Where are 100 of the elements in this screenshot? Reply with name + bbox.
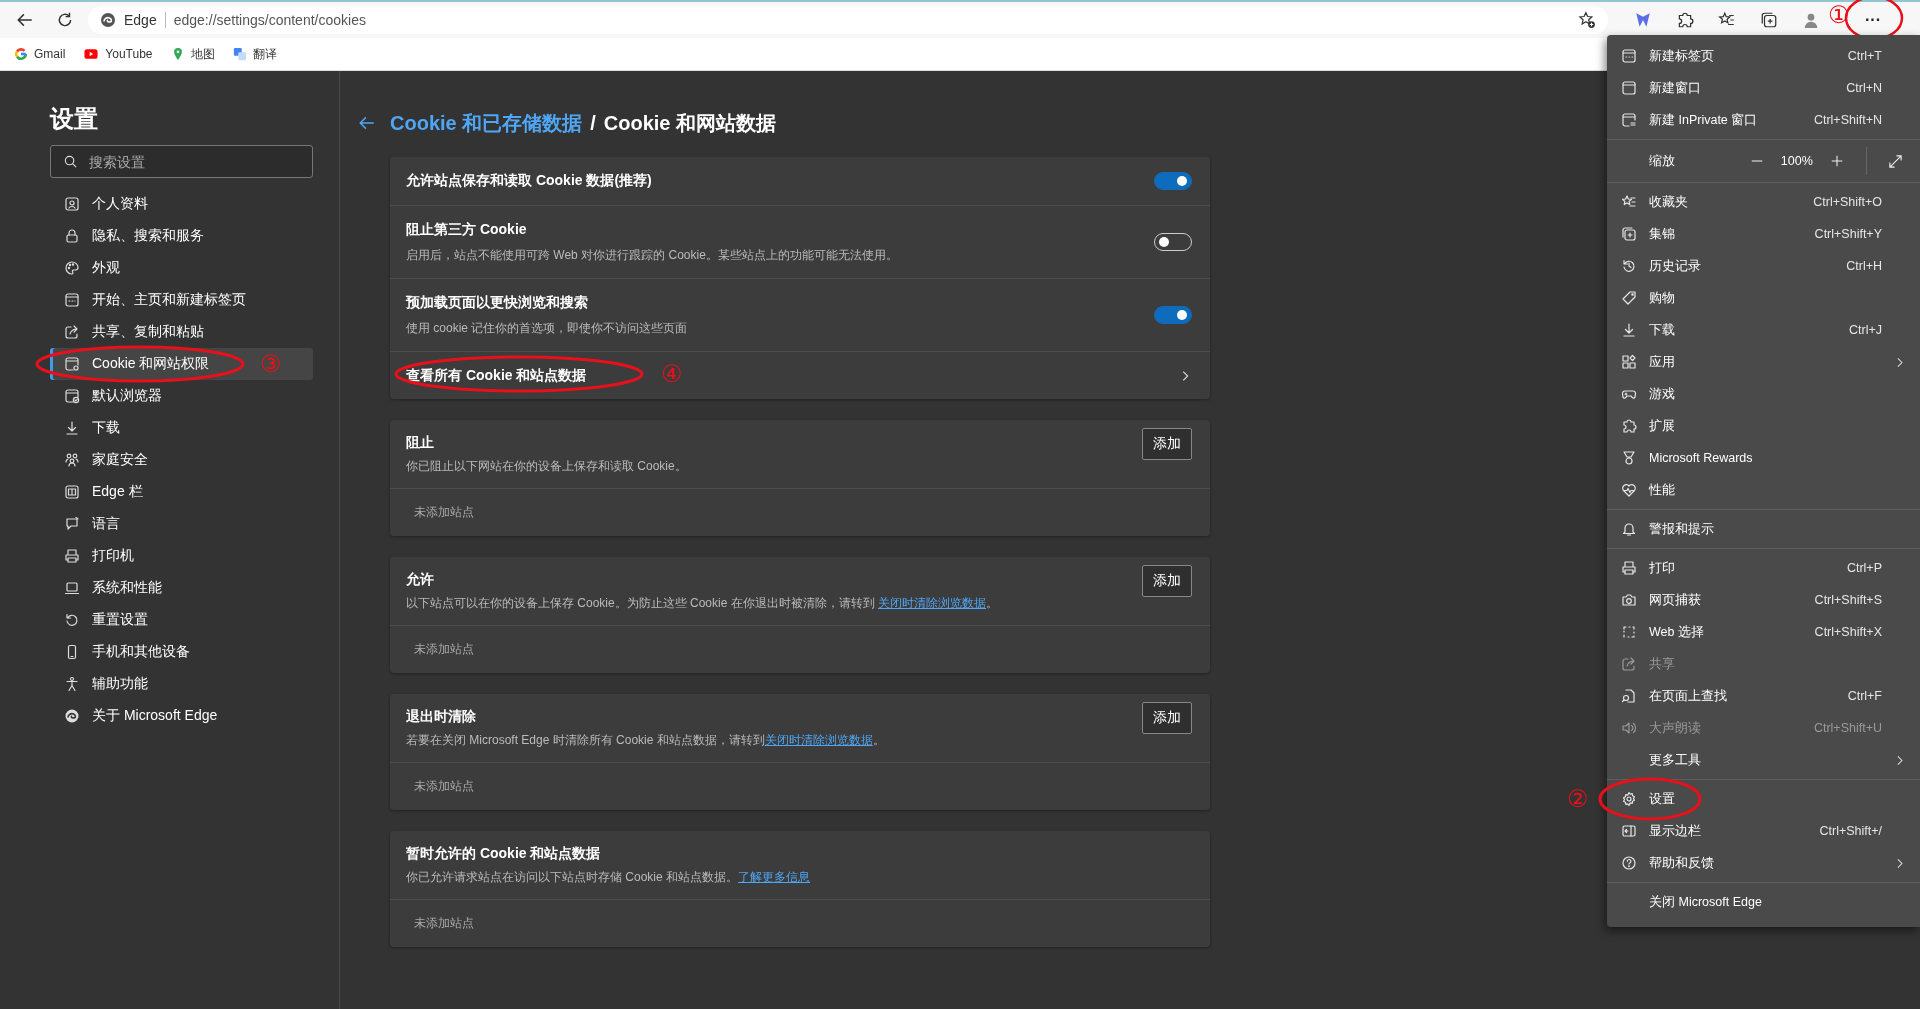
- step-number: ③: [260, 352, 282, 376]
- menu-item[interactable]: 收藏夹 Ctrl+Shift+O: [1607, 186, 1920, 218]
- menu-item[interactable]: 显示边栏 Ctrl+Shift+/: [1607, 815, 1920, 847]
- section-title: 允许: [406, 571, 435, 589]
- breadcrumb-link[interactable]: Cookie 和已存储数据: [390, 109, 583, 137]
- menu-item[interactable]: 警报和提示: [1607, 513, 1920, 545]
- search-icon: [63, 154, 78, 169]
- empty-text: 未添加站点: [414, 504, 474, 521]
- menu-item[interactable]: 更多工具: [1607, 744, 1920, 776]
- search-field[interactable]: 搜索设置: [50, 145, 313, 178]
- toggle-switch[interactable]: [1154, 172, 1192, 190]
- toggle-switch[interactable]: [1154, 306, 1192, 324]
- sidebar-item[interactable]: Edge 栏: [50, 476, 313, 508]
- setting-title: 预加载页面以更快浏览和搜索: [406, 293, 589, 312]
- menu-item[interactable]: Web 选择 Ctrl+Shift+X: [1607, 616, 1920, 648]
- sidebar-item[interactable]: 辅助功能: [50, 668, 313, 700]
- puzzle-icon: [1621, 418, 1637, 434]
- menu-item[interactable]: 游戏: [1607, 378, 1920, 410]
- menu-item[interactable]: 购物: [1607, 282, 1920, 314]
- sidebar-item[interactable]: 关于 Microsoft Edge: [50, 700, 313, 732]
- link[interactable]: 关闭时清除浏览数据: [878, 596, 987, 610]
- add-button[interactable]: 添加: [1142, 702, 1192, 734]
- shortcut-text: Ctrl+Shift+S: [1814, 593, 1882, 607]
- setting-title: 允许站点保存和读取 Cookie 数据(推荐): [406, 172, 652, 190]
- menu-item[interactable]: 集锦 Ctrl+Shift+Y: [1607, 218, 1920, 250]
- setting-description: 使用 cookie 记住你的首选项，即使你不访问这些页面: [406, 319, 688, 337]
- back-arrow-icon[interactable]: [358, 114, 376, 132]
- menu-item[interactable]: Microsoft Rewards: [1607, 442, 1920, 474]
- sidebar-item[interactable]: 外观: [50, 252, 313, 284]
- empty-text: 未添加站点: [414, 915, 474, 932]
- panel-icon: [64, 484, 80, 500]
- sidebar-item[interactable]: 手机和其他设备: [50, 636, 313, 668]
- tab-icon: [1621, 48, 1637, 64]
- section-description: 你已阻止以下网站在你的设备上保存和读取 Cookie。: [406, 458, 687, 475]
- shortcut-text: Ctrl+F: [1847, 689, 1882, 703]
- menu-item[interactable]: 性能: [1607, 474, 1920, 506]
- menu-item[interactable]: 下载 Ctrl+J: [1607, 314, 1920, 346]
- menu-item[interactable]: 打印 Ctrl+P: [1607, 552, 1920, 584]
- menu-item[interactable]: 应用: [1607, 346, 1920, 378]
- sidebar-icon: [1621, 823, 1637, 839]
- menu-item[interactable]: 历史记录 Ctrl+H: [1607, 250, 1920, 282]
- play-icon: [83, 47, 100, 61]
- sidebar-item[interactable]: 重置设置: [50, 604, 313, 636]
- add-button[interactable]: 添加: [1142, 565, 1192, 597]
- bookmark-item[interactable]: 地图: [170, 45, 215, 63]
- back-icon: [16, 11, 34, 29]
- sidebar-item[interactable]: 系统和性能: [50, 572, 313, 604]
- menu-item[interactable]: 在页面上查找 Ctrl+F: [1607, 680, 1920, 712]
- sidebar-item[interactable]: 打印机: [50, 540, 313, 572]
- star-plus-icon[interactable]: [1578, 11, 1596, 29]
- shortcut-text: Ctrl+Shift+X: [1814, 625, 1882, 639]
- camera-icon: [1621, 592, 1637, 608]
- menu-item[interactable]: 新建窗口 Ctrl+N: [1607, 72, 1920, 104]
- reset-icon: [64, 612, 80, 628]
- lock-icon: [64, 228, 80, 244]
- people-icon: [64, 452, 80, 468]
- sidebar-item[interactable]: 家庭安全: [50, 444, 313, 476]
- sidebar-item[interactable]: 个人资料: [50, 188, 313, 220]
- shortcut-text: Ctrl+Shift+/: [1819, 824, 1882, 838]
- setting-description: 启用后，站点不能使用可跨 Web 对你进行跟踪的 Cookie。某些站点上的功能可能无法使用。: [406, 246, 898, 264]
- medal-icon: [1621, 450, 1637, 466]
- bookmark-item[interactable]: Gmail: [14, 47, 66, 61]
- sidebar-item[interactable]: 下载: [50, 412, 313, 444]
- menu-item[interactable]: 新建 InPrivate 窗口 Ctrl+Shift+N: [1607, 104, 1920, 136]
- heart-pulse-icon: [1621, 482, 1637, 498]
- figure-icon: [64, 676, 80, 692]
- menu-item[interactable]: 网页捕获 Ctrl+Shift+S: [1607, 584, 1920, 616]
- zoom-label: 缩放: [1649, 152, 1676, 170]
- shortcut-text: Ctrl+N: [1846, 81, 1882, 95]
- address-bar[interactable]: Edge edge://settings/content/cookies: [88, 6, 1608, 34]
- share-icon: [64, 324, 80, 340]
- add-button[interactable]: 添加: [1142, 428, 1192, 460]
- shortcut-text: Ctrl+J: [1849, 323, 1882, 337]
- menu-item[interactable]: 新建标签页 Ctrl+T: [1607, 40, 1920, 72]
- link[interactable]: 了解更多信息: [738, 870, 811, 884]
- sidebar-item[interactable]: 语言: [50, 508, 313, 540]
- extension-icon[interactable]: [1634, 11, 1652, 29]
- menu-item[interactable]: 设置: [1607, 783, 1920, 815]
- menu-item[interactable]: 关闭 Microsoft Edge: [1607, 886, 1920, 918]
- sidebar-item[interactable]: 默认浏览器: [50, 380, 313, 412]
- sidebar-item[interactable]: 隐私、搜索和服务: [50, 220, 313, 252]
- menu-item[interactable]: 帮助和反馈: [1607, 847, 1920, 879]
- link[interactable]: 关闭时清除浏览数据: [764, 733, 873, 747]
- collections-icon[interactable]: [1760, 11, 1778, 29]
- page-heading: Cookie 和网站数据: [603, 110, 777, 136]
- bookmark-item[interactable]: YouTube: [83, 47, 153, 61]
- profile-avatar-icon[interactable]: [1802, 11, 1820, 29]
- empty-text: 未添加站点: [414, 641, 474, 658]
- puzzle-icon[interactable]: [1676, 11, 1694, 29]
- section-title: 退出时清除: [406, 708, 477, 726]
- speaker-waves-icon: [1621, 720, 1637, 736]
- bookmark-item[interactable]: 翻译: [232, 45, 277, 63]
- menu-item[interactable]: 扩展: [1607, 410, 1920, 442]
- sidebar-item[interactable]: 开始、主页和新建标签页: [50, 284, 313, 316]
- step-number: ②: [1567, 787, 1589, 811]
- window-gear-icon: [64, 356, 80, 372]
- sidebar-item[interactable]: 共享、复制和粘贴: [50, 316, 313, 348]
- page-title: 设置: [50, 104, 99, 134]
- breadcrumb-separator: /: [590, 111, 596, 135]
- help-icon: [1621, 855, 1637, 871]
